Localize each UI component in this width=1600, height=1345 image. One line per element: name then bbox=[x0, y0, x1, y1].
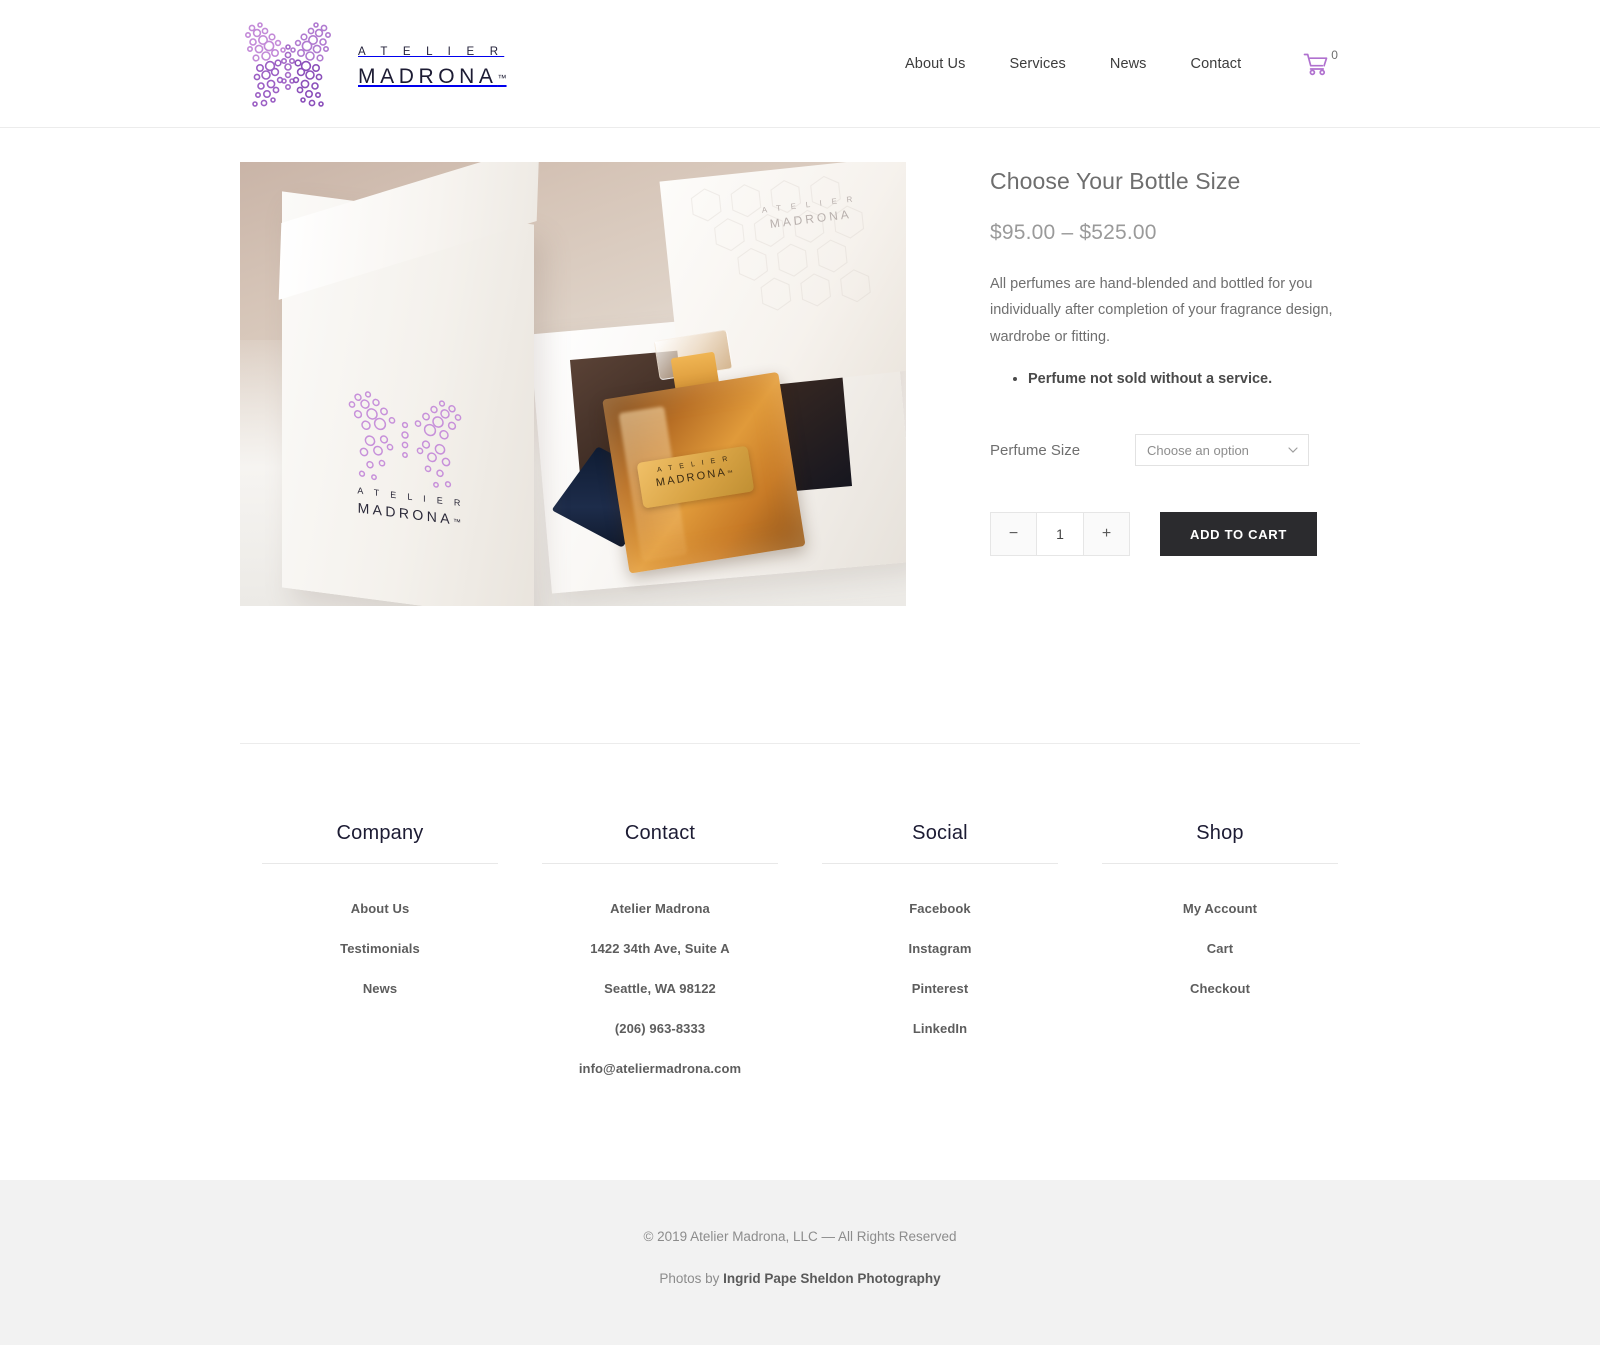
product-price: $95.00 – $525.00 bbox=[990, 221, 1157, 244]
photo-credit: Photos by Ingrid Pape Sheldon Photograph… bbox=[0, 1271, 1600, 1286]
list-item: About Us bbox=[262, 900, 498, 918]
footer-column-rule bbox=[262, 863, 498, 864]
quantity-increase-button[interactable]: + bbox=[1083, 513, 1129, 556]
footer-street-address: 1422 34th Ave, Suite A bbox=[590, 941, 730, 956]
chevron-down-icon bbox=[1288, 447, 1298, 454]
product-section: A T E L I E R MADRONA A T E L I E R MADR… bbox=[240, 128, 1360, 606]
perfume-size-label: Perfume Size bbox=[990, 441, 1081, 459]
product-description: All perfumes are hand-blended and bottle… bbox=[990, 276, 1333, 345]
footer-city-state-zip: Seattle, WA 98122 bbox=[604, 981, 716, 996]
footer-link-testimonials[interactable]: Testimonials bbox=[340, 941, 420, 956]
quantity-stepper: − + bbox=[990, 512, 1130, 557]
page-root: A T E L I E R MADRONA™ About Us Services… bbox=[0, 0, 1600, 1345]
shopping-cart-icon bbox=[1303, 53, 1328, 76]
brand-wordmark-main: MADRONA™ bbox=[358, 64, 507, 88]
footer-column-shop: Shop My Account Cart Checkout bbox=[1080, 822, 1360, 1100]
footer-link-pinterest[interactable]: Pinterest bbox=[912, 981, 969, 996]
list-item: Atelier Madrona bbox=[542, 900, 778, 918]
photo-credit-prefix: Photos by bbox=[659, 1271, 724, 1286]
list-item: 1422 34th Ave, Suite A bbox=[542, 940, 778, 958]
brand-wordmark: A T E L I E R MADRONA™ bbox=[358, 41, 507, 87]
list-item: Testimonials bbox=[262, 940, 498, 958]
list-item: Instagram bbox=[822, 940, 1058, 958]
footer-column-contact: Contact Atelier Madrona 1422 34th Ave, S… bbox=[520, 822, 800, 1100]
cart-item-count: 0 bbox=[1331, 48, 1338, 62]
product-title: Choose Your Bottle Size bbox=[990, 168, 1241, 194]
nav-item-news[interactable]: News bbox=[1088, 56, 1169, 72]
brand-wordmark-top: A T E L I E R bbox=[358, 46, 505, 59]
nav-item-services[interactable]: Services bbox=[987, 56, 1087, 72]
brand-logo-link[interactable]: A T E L I E R MADRONA™ bbox=[240, 14, 507, 114]
footer-column-title: Social bbox=[912, 822, 968, 844]
perfume-size-select[interactable]: Choose an option bbox=[1135, 434, 1309, 467]
list-item: Pinterest bbox=[822, 980, 1058, 998]
cart-controls: − + ADD TO CART bbox=[990, 512, 1360, 557]
quantity-decrease-button[interactable]: − bbox=[991, 513, 1037, 556]
photo-credit-name: Ingrid Pape Sheldon Photography bbox=[723, 1271, 941, 1286]
footer-column-title: Shop bbox=[1196, 822, 1244, 844]
site-footer: Company About Us Testimonials News Conta… bbox=[240, 744, 1360, 1100]
list-item: Facebook bbox=[822, 900, 1058, 918]
footer-link-cart[interactable]: Cart bbox=[1207, 941, 1233, 956]
cart-link[interactable]: 0 bbox=[1281, 48, 1360, 76]
quantity-input[interactable] bbox=[1037, 513, 1083, 556]
list-item: info@ateliermadrona.com bbox=[542, 1060, 778, 1078]
nav-item-contact[interactable]: Contact bbox=[1169, 56, 1264, 72]
footer-link-about-us[interactable]: About Us bbox=[351, 901, 410, 916]
list-item: (206) 963-8333 bbox=[542, 1020, 778, 1038]
list-item: Cart bbox=[1102, 940, 1338, 958]
list-item: News bbox=[262, 980, 498, 998]
add-to-cart-button[interactable]: ADD TO CART bbox=[1160, 512, 1318, 557]
list-item: LinkedIn bbox=[822, 1020, 1058, 1038]
footer-phone-number: (206) 963-8333 bbox=[614, 1021, 706, 1036]
list-item: Checkout bbox=[1102, 980, 1338, 998]
butterfly-dots-logo-icon bbox=[245, 22, 332, 107]
footer-column-company: Company About Us Testimonials News bbox=[240, 822, 520, 1100]
footer-link-linkedin[interactable]: LinkedIn bbox=[913, 1021, 967, 1036]
footer-link-my-account[interactable]: My Account bbox=[1183, 901, 1257, 916]
footer-column-title: Company bbox=[336, 822, 424, 844]
photo-perfume-bottle: A T E L I E R MADRONA™ bbox=[597, 329, 818, 574]
footer-link-news[interactable]: News bbox=[363, 981, 397, 996]
perfume-size-selected-value: Choose an option bbox=[1147, 442, 1249, 458]
footer-link-instagram[interactable]: Instagram bbox=[908, 941, 971, 956]
footer-column-rule bbox=[822, 863, 1058, 864]
footer-link-facebook[interactable]: Facebook bbox=[909, 901, 970, 916]
variation-row: Perfume Size Choose an option bbox=[990, 434, 1360, 467]
copyright-bar: © 2019 Atelier Madrona, LLC — All Rights… bbox=[0, 1180, 1600, 1345]
footer-link-checkout[interactable]: Checkout bbox=[1190, 981, 1250, 996]
product-gallery: A T E L I E R MADRONA A T E L I E R MADR… bbox=[240, 162, 906, 606]
product-summary: Choose Your Bottle Size $95.00 – $525.00… bbox=[990, 162, 1360, 557]
footer-column-title: Contact bbox=[624, 822, 696, 844]
list-item: My Account bbox=[1102, 900, 1338, 918]
product-image[interactable]: A T E L I E R MADRONA A T E L I E R MADR… bbox=[240, 162, 906, 606]
nav-item-about-us[interactable]: About Us bbox=[883, 56, 987, 72]
footer-email-link[interactable]: info@ateliermadrona.com bbox=[579, 1061, 741, 1076]
list-item: Seattle, WA 98122 bbox=[542, 980, 778, 998]
list-item: Perfume not sold without a service. bbox=[1028, 366, 1360, 392]
product-notes-list: Perfume not sold without a service. bbox=[990, 366, 1360, 392]
site-header: A T E L I E R MADRONA™ About Us Services… bbox=[0, 0, 1600, 128]
brand-trademark: ™ bbox=[497, 72, 507, 83]
footer-column-rule bbox=[1102, 863, 1338, 864]
footer-company-name: Atelier Madrona bbox=[610, 901, 710, 916]
footer-column-social: Social Facebook Instagram Pinterest Link… bbox=[800, 822, 1080, 1100]
footer-column-rule bbox=[542, 863, 778, 864]
copyright-text: © 2019 Atelier Madrona, LLC — All Rights… bbox=[643, 1229, 957, 1244]
main-navigation: About Us Services News Contact 0 bbox=[883, 0, 1360, 128]
